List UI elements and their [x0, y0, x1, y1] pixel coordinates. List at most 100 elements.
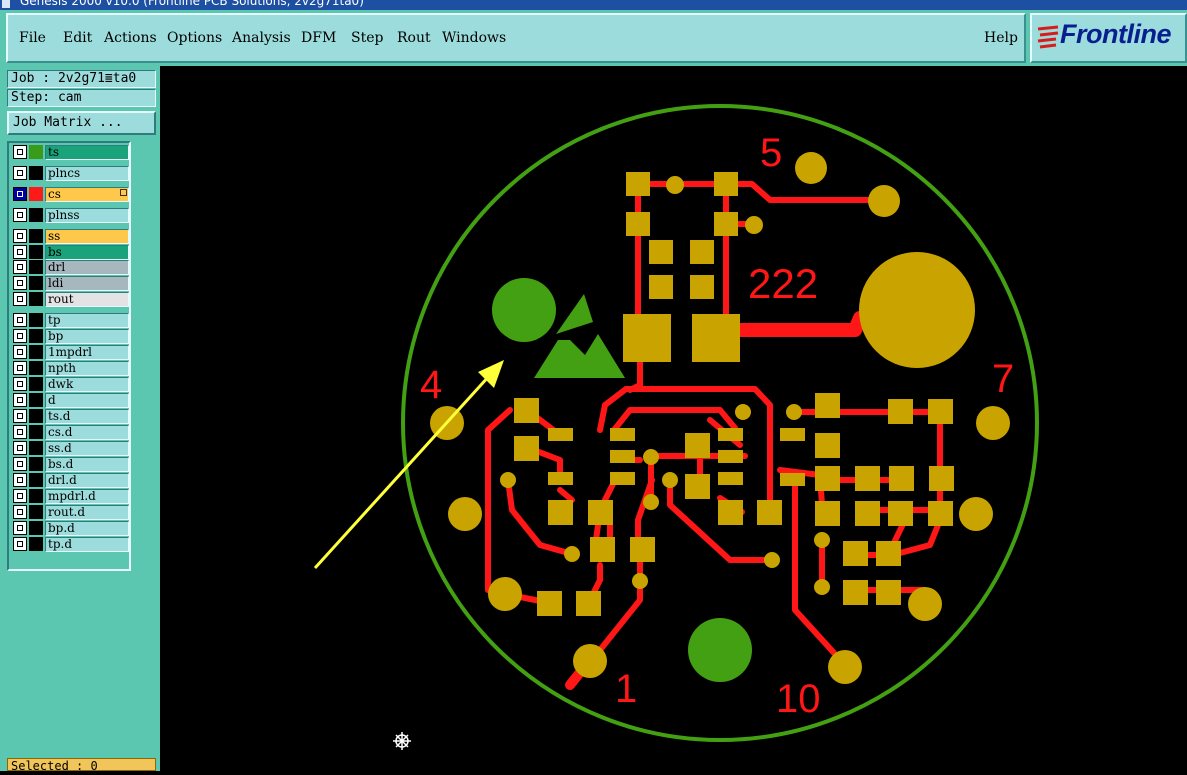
layer-row-drl-d[interactable]: drl.d — [13, 473, 129, 489]
layer-color-swatch[interactable] — [29, 377, 43, 391]
layer-row-tp-d[interactable]: tp.d — [13, 537, 129, 553]
menu-help[interactable]: Help — [984, 30, 1018, 46]
layer-color-swatch[interactable] — [29, 208, 43, 222]
layer-color-swatch[interactable] — [29, 489, 43, 503]
layer-checkbox[interactable] — [13, 208, 27, 222]
layer-row-drl[interactable]: drl — [13, 260, 129, 276]
layer-name[interactable]: ldi — [45, 276, 129, 291]
layer-name[interactable]: ss — [45, 229, 129, 244]
layer-name[interactable]: plncs — [45, 166, 129, 181]
layer-checkbox[interactable] — [13, 409, 27, 423]
layer-name[interactable]: d — [45, 393, 129, 408]
layer-checkbox[interactable] — [13, 245, 27, 259]
layer-name[interactable]: npth — [45, 361, 129, 376]
layer-row-npth[interactable]: npth — [13, 361, 129, 377]
layer-name[interactable]: dwk — [45, 377, 129, 392]
layer-color-swatch[interactable] — [29, 276, 43, 290]
layer-checkbox[interactable] — [13, 187, 27, 201]
layer-color-swatch[interactable] — [29, 537, 43, 551]
layer-name[interactable]: ts.d — [45, 409, 129, 424]
layer-checkbox[interactable] — [13, 377, 27, 391]
layer-checkbox[interactable] — [13, 329, 27, 343]
layer-color-swatch[interactable] — [29, 505, 43, 519]
layer-row-cs-d[interactable]: cs.d — [13, 425, 129, 441]
pcb-board-view[interactable]: 5 222 4 7 1 10 — [160, 66, 1187, 771]
layer-color-swatch[interactable] — [29, 361, 43, 375]
layer-checkbox[interactable] — [13, 457, 27, 471]
layer-color-swatch[interactable] — [29, 441, 43, 455]
layer-row-mpdrl-d[interactable]: mpdrl.d — [13, 489, 129, 505]
layer-row-plncs[interactable]: plncs — [13, 166, 129, 182]
layer-name[interactable]: tp.d — [45, 537, 129, 552]
job-matrix-button[interactable]: Job Matrix ... — [7, 111, 156, 135]
layer-checkbox[interactable] — [13, 473, 27, 487]
layer-color-swatch[interactable] — [29, 229, 43, 243]
layer-row-tp[interactable]: tp — [13, 313, 129, 329]
layer-checkbox[interactable] — [13, 292, 27, 306]
layer-checkbox[interactable] — [13, 505, 27, 519]
layer-color-swatch[interactable] — [29, 313, 43, 327]
layer-name[interactable]: cs — [45, 187, 129, 202]
layer-color-swatch[interactable] — [29, 425, 43, 439]
layer-row-ldi[interactable]: ldi — [13, 276, 129, 292]
layer-row-rout-d[interactable]: rout.d — [13, 505, 129, 521]
layer-color-swatch[interactable] — [29, 329, 43, 343]
layer-row-bs[interactable]: bs — [13, 245, 129, 261]
layer-color-swatch[interactable] — [29, 345, 43, 359]
layer-checkbox[interactable] — [13, 489, 27, 503]
layer-name[interactable]: tp — [45, 313, 129, 328]
layer-checkbox[interactable] — [13, 393, 27, 407]
layer-row-bp-d[interactable]: bp.d — [13, 521, 129, 537]
menu-analysis[interactable]: Analysis — [232, 30, 291, 46]
layer-color-swatch[interactable] — [29, 473, 43, 487]
layer-name[interactable]: drl — [45, 260, 129, 275]
layer-name[interactable]: rout.d — [45, 505, 129, 520]
layer-color-swatch[interactable] — [29, 409, 43, 423]
layer-name[interactable]: rout — [45, 292, 129, 307]
layer-checkbox[interactable] — [13, 260, 27, 274]
layer-row-ss-d[interactable]: ss.d — [13, 441, 129, 457]
layer-color-swatch[interactable] — [29, 166, 43, 180]
layer-color-swatch[interactable] — [29, 187, 43, 201]
layer-checkbox[interactable] — [13, 166, 27, 180]
menu-windows[interactable]: Windows — [442, 30, 506, 46]
layer-color-swatch[interactable] — [29, 521, 43, 535]
layer-row-ts-d[interactable]: ts.d — [13, 409, 129, 425]
menu-actions[interactable]: Actions — [104, 30, 157, 46]
layer-row-1mpdrl[interactable]: 1mpdrl — [13, 345, 129, 361]
layer-color-swatch[interactable] — [29, 260, 43, 274]
layer-name[interactable]: ss.d — [45, 441, 129, 456]
layer-name[interactable]: bp — [45, 329, 129, 344]
menu-dfm[interactable]: DFM — [301, 30, 336, 46]
layer-checkbox[interactable] — [13, 441, 27, 455]
layer-color-swatch[interactable] — [29, 292, 43, 306]
layer-checkbox[interactable] — [13, 537, 27, 551]
menu-file[interactable]: File — [19, 30, 46, 46]
layer-name[interactable]: drl.d — [45, 473, 129, 488]
menu-step[interactable]: Step — [351, 30, 383, 46]
menu-options[interactable]: Options — [167, 30, 222, 46]
layer-color-swatch[interactable] — [29, 145, 43, 159]
layer-checkbox[interactable] — [13, 361, 27, 375]
menu-rout[interactable]: Rout — [397, 30, 431, 46]
layer-name[interactable]: cs.d — [45, 425, 129, 440]
layer-checkbox[interactable] — [13, 276, 27, 290]
layer-checkbox[interactable] — [13, 521, 27, 535]
layer-name[interactable]: 1mpdrl — [45, 345, 129, 360]
layer-row-dwk[interactable]: dwk — [13, 377, 129, 393]
layer-name[interactable]: bs — [45, 245, 129, 260]
layer-row-cs[interactable]: cs — [13, 187, 129, 203]
layer-checkbox[interactable] — [13, 345, 27, 359]
layer-color-swatch[interactable] — [29, 245, 43, 259]
layer-row-plnss[interactable]: plnss — [13, 208, 129, 224]
layer-checkbox[interactable] — [13, 313, 27, 327]
menu-edit[interactable]: Edit — [63, 30, 92, 46]
layer-row-d[interactable]: d — [13, 393, 129, 409]
layer-checkbox[interactable] — [13, 229, 27, 243]
layer-name[interactable]: bp.d — [45, 521, 129, 536]
layer-row-ss[interactable]: ss — [13, 229, 129, 245]
layer-row-rout[interactable]: rout — [13, 292, 129, 308]
layer-row-bs-d[interactable]: bs.d — [13, 457, 129, 473]
layer-name[interactable]: mpdrl.d — [45, 489, 129, 504]
layer-name[interactable]: plnss — [45, 208, 129, 223]
